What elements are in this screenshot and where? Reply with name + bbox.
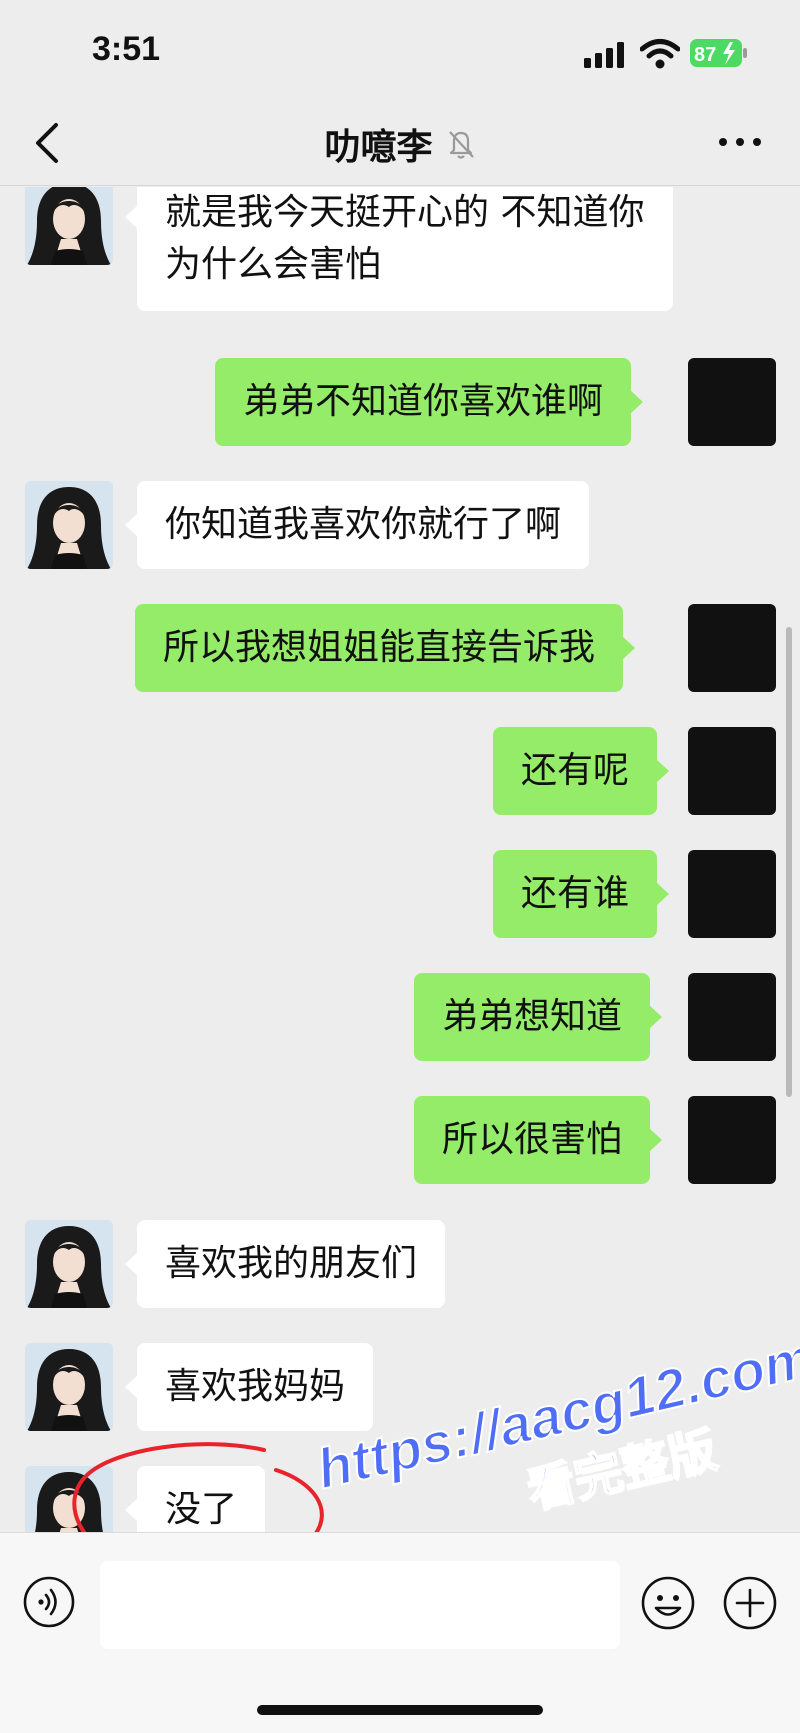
my-avatar[interactable] — [688, 850, 776, 938]
contact-avatar[interactable] — [25, 187, 113, 265]
more-icon[interactable] — [716, 130, 764, 154]
message-bubble[interactable]: 所以很害怕 — [414, 1096, 663, 1184]
message-bubble[interactable]: 喜欢我妈妈 — [124, 1343, 374, 1431]
chat-header: 叻噫李 — [0, 100, 800, 186]
message-bubble[interactable]: 所以我想姐姐能直接告诉我 — [135, 604, 636, 692]
my-avatar[interactable] — [688, 973, 776, 1061]
contact-avatar[interactable] — [25, 1220, 113, 1308]
message-bubble[interactable]: 弟弟想知道 — [414, 973, 663, 1061]
mute-icon — [448, 131, 474, 159]
status-bar: 3:51 87 — [0, 0, 800, 100]
chat-title: 叻噫李 — [324, 127, 433, 168]
message-list[interactable]: 就是我今天挺开心的 不知道你为什么会害怕 弟弟不知道你喜欢谁啊 你知道我喜欢你就… — [0, 187, 800, 1532]
message-bubble[interactable]: 弟弟不知道你喜欢谁啊 — [215, 358, 644, 446]
home-indicator[interactable] — [257, 1705, 543, 1715]
my-avatar[interactable] — [688, 604, 776, 692]
my-avatar[interactable] — [688, 727, 776, 815]
message-bubble[interactable]: 还有谁 — [493, 850, 670, 938]
message-bubble[interactable]: 还有呢 — [493, 727, 670, 815]
message-bubble[interactable]: 就是我今天挺开心的 不知道你为什么会害怕 — [125, 187, 673, 311]
battery-level: 87 — [694, 44, 716, 66]
title-group: 叻噫李 — [0, 118, 800, 170]
wifi-icon — [640, 39, 680, 69]
message-bubble[interactable]: 没了 — [124, 1466, 266, 1532]
my-avatar[interactable] — [688, 1096, 776, 1184]
scrollbar[interactable] — [786, 627, 792, 1097]
message-bubble[interactable]: 你知道我喜欢你就行了啊 — [124, 481, 590, 569]
status-time: 3:51 — [92, 30, 161, 68]
contact-avatar[interactable] — [25, 1466, 113, 1532]
contact-avatar[interactable] — [25, 481, 113, 569]
input-bar — [0, 1532, 800, 1733]
message-bubble[interactable]: 喜欢我的朋友们 — [124, 1220, 446, 1308]
voice-icon[interactable] — [22, 1575, 76, 1629]
battery-icon: 87 — [690, 39, 747, 67]
contact-avatar[interactable] — [25, 1343, 113, 1431]
signal-icon — [584, 42, 624, 68]
my-avatar[interactable] — [688, 358, 776, 446]
plus-icon[interactable] — [722, 1575, 778, 1631]
emoji-icon[interactable] — [640, 1575, 696, 1631]
message-input[interactable] — [100, 1561, 620, 1649]
